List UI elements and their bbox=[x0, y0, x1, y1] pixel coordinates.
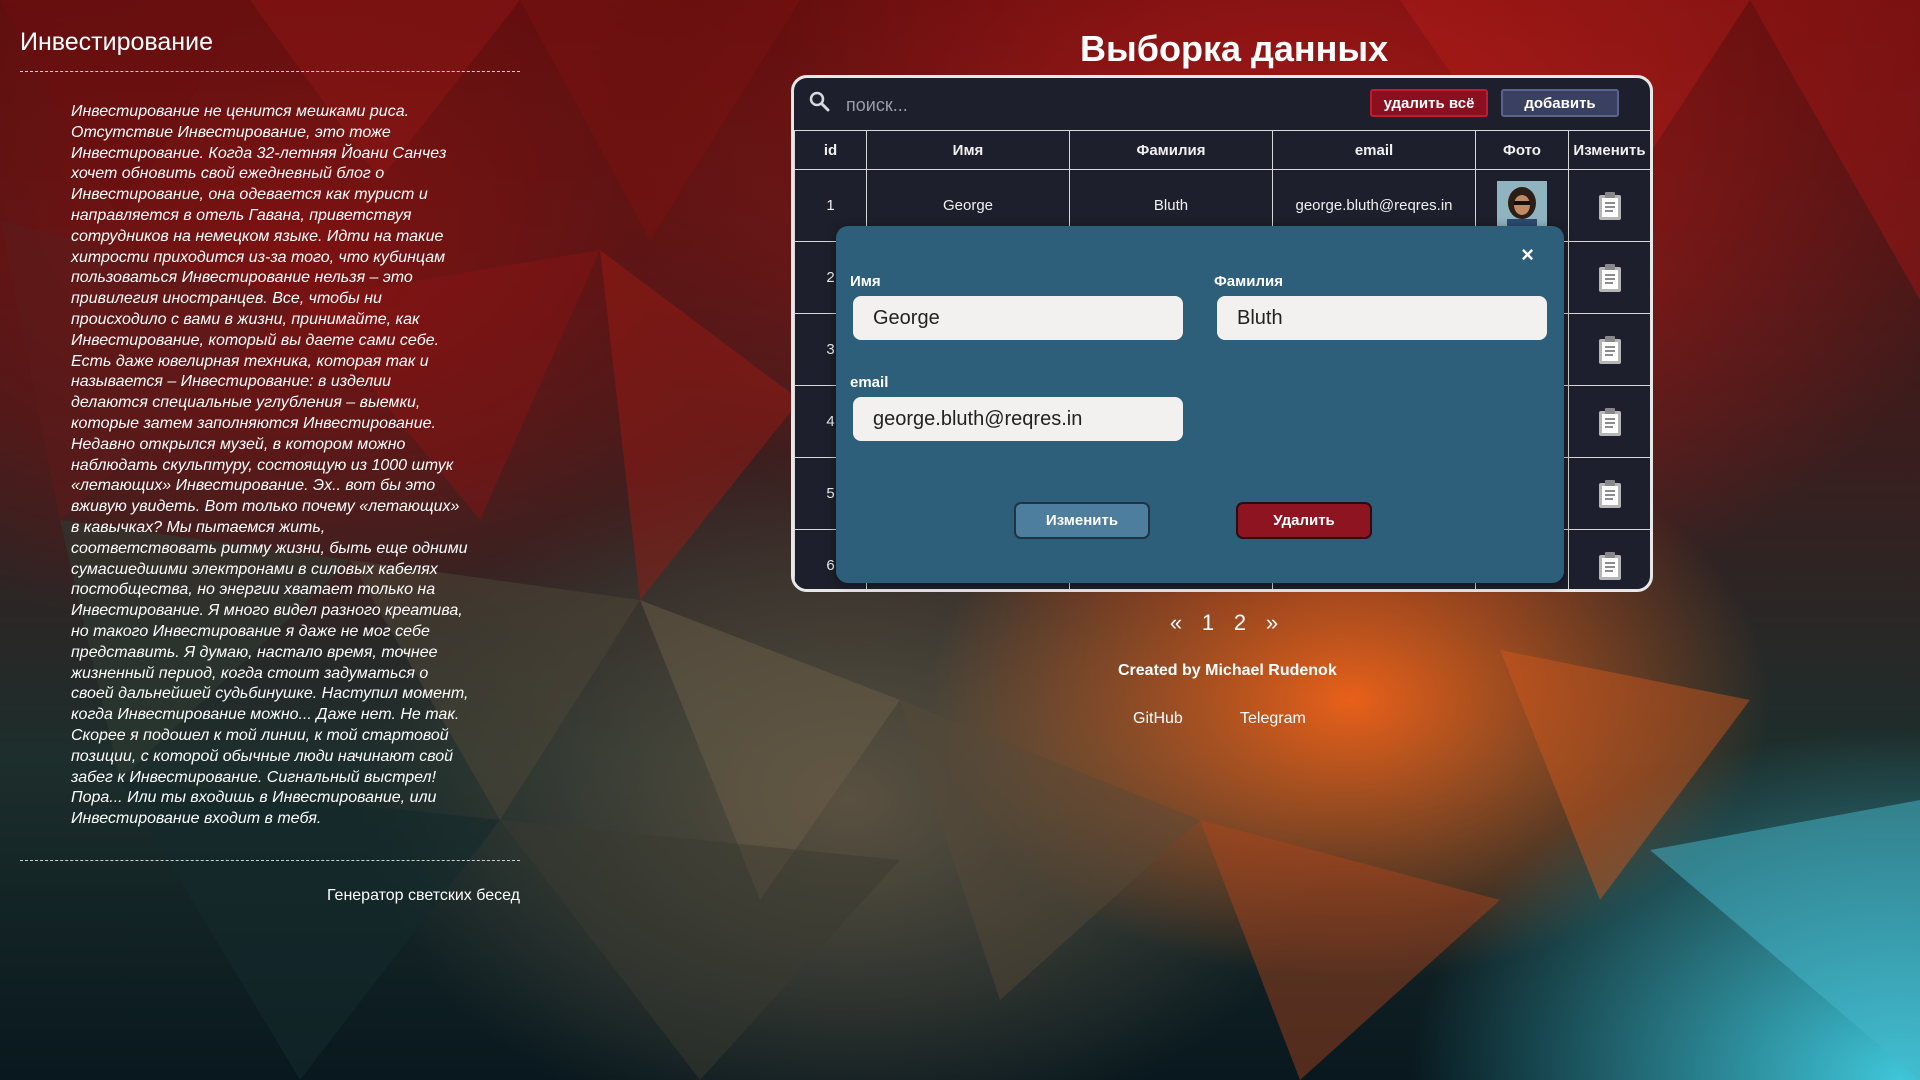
column-header-edit: Изменить bbox=[1568, 130, 1650, 170]
clipboard-icon[interactable] bbox=[1597, 407, 1623, 437]
avatar bbox=[1497, 180, 1547, 231]
last-name-label: Фамилия bbox=[1214, 273, 1283, 290]
delete-user-button[interactable]: Удалить bbox=[1236, 502, 1372, 539]
edit-row-button[interactable] bbox=[1568, 313, 1650, 386]
article-sidebar: Инвестирование Инвестирование не ценится… bbox=[20, 0, 520, 905]
article-text: Инвестирование не ценится мешками риса. … bbox=[71, 103, 469, 828]
article-title: Инвестирование bbox=[20, 28, 213, 56]
edit-row-button[interactable] bbox=[1568, 457, 1650, 530]
clipboard-icon[interactable] bbox=[1597, 191, 1623, 221]
edit-row-button[interactable] bbox=[1568, 529, 1650, 589]
clipboard-icon[interactable] bbox=[1597, 335, 1623, 365]
edit-row-button[interactable] bbox=[1568, 169, 1650, 242]
save-changes-button[interactable]: Изменить bbox=[1014, 502, 1150, 539]
delete-all-button[interactable]: удалить всё bbox=[1370, 89, 1488, 117]
clipboard-icon[interactable] bbox=[1597, 479, 1623, 509]
add-button[interactable]: добавить bbox=[1501, 89, 1619, 117]
table-header-row: id Имя Фамилия email Фото Изменить bbox=[794, 130, 1650, 170]
pagination-prev[interactable]: « bbox=[1160, 610, 1192, 636]
footer-credit: Created by Michael Rudenok bbox=[1118, 662, 1337, 679]
last-name-field[interactable] bbox=[1217, 296, 1547, 340]
small-talk-generator-link[interactable]: Генератор светских бесед bbox=[20, 887, 520, 905]
pagination: « 1 2 » bbox=[1160, 610, 1288, 636]
edit-row-button[interactable] bbox=[1568, 385, 1650, 458]
first-name-label: Имя bbox=[850, 273, 881, 290]
search-icon bbox=[808, 90, 830, 112]
email-label: email bbox=[850, 374, 889, 391]
column-header-id[interactable]: id bbox=[794, 130, 867, 170]
column-header-email[interactable]: email bbox=[1272, 130, 1476, 170]
clipboard-icon[interactable] bbox=[1597, 551, 1623, 581]
search-input[interactable] bbox=[844, 90, 1308, 120]
edit-user-modal: × Имя Фамилия email Изменить Удалить bbox=[836, 226, 1564, 583]
divider-bottom bbox=[20, 859, 520, 861]
telegram-link[interactable]: Telegram bbox=[1240, 710, 1306, 728]
pagination-page-1[interactable]: 1 bbox=[1192, 610, 1224, 636]
email-field[interactable] bbox=[853, 397, 1183, 441]
search-bar: удалить всё добавить bbox=[794, 78, 1650, 130]
github-link[interactable]: GitHub bbox=[1133, 710, 1183, 728]
column-header-first-name[interactable]: Имя bbox=[866, 130, 1070, 170]
page-title: Выборка данных bbox=[1080, 28, 1389, 69]
column-header-photo: Фото bbox=[1475, 130, 1569, 170]
pagination-page-2[interactable]: 2 bbox=[1224, 610, 1256, 636]
first-name-field[interactable] bbox=[853, 296, 1183, 340]
divider-top bbox=[20, 71, 520, 72]
edit-row-button[interactable] bbox=[1568, 241, 1650, 314]
clipboard-icon[interactable] bbox=[1597, 263, 1623, 293]
pagination-next[interactable]: » bbox=[1256, 610, 1288, 636]
column-header-last-name[interactable]: Фамилия bbox=[1069, 130, 1273, 170]
close-icon[interactable]: × bbox=[1521, 242, 1534, 268]
